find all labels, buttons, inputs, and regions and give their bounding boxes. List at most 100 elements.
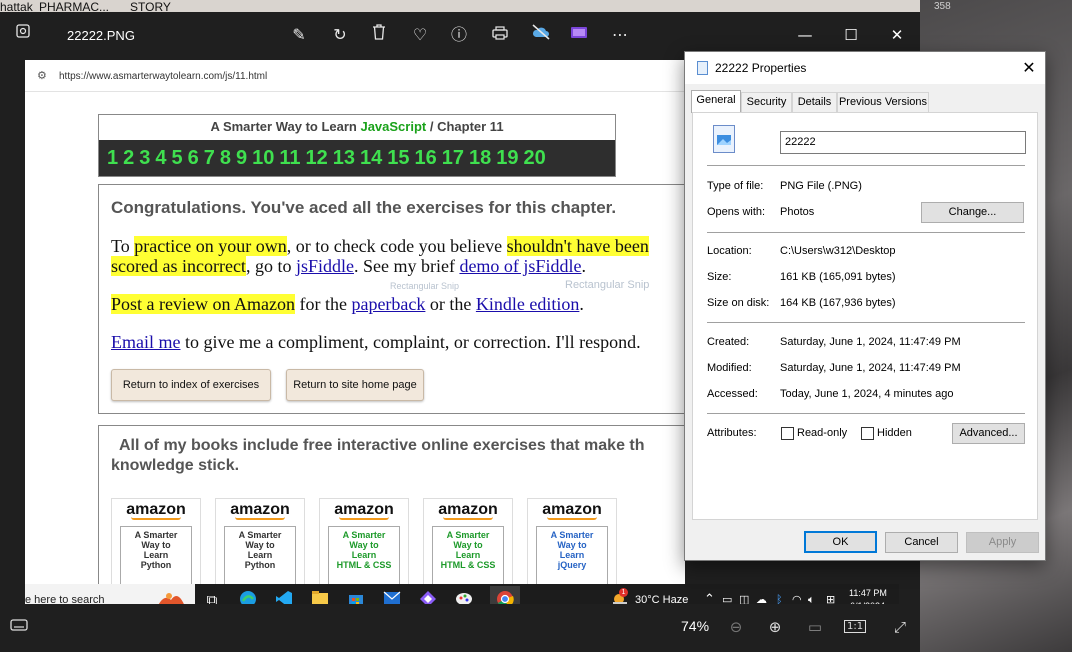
actual-size-icon[interactable]: 1:1 [844,616,867,638]
books-panel: All of my books include free interactive… [98,425,685,604]
chapter-link[interactable]: 3 [139,140,150,176]
chapter-link[interactable]: 19 [496,140,518,176]
cancel-button[interactable]: Cancel [885,532,958,553]
book-title-line: Learn [143,550,169,560]
change-button[interactable]: Change... [921,202,1024,223]
chapter-link[interactable]: 4 [155,140,166,176]
readonly-label: Read-only [797,427,848,439]
return-home-button[interactable]: Return to site home page [286,369,424,401]
chapter-link[interactable]: 20 [524,140,546,176]
text: or the [425,294,476,314]
maximize-icon[interactable]: ☐ [828,20,874,50]
jsfiddle-link[interactable]: jsFiddle [296,256,354,276]
demo-link[interactable]: demo of jsFiddle [459,256,581,276]
dialog-title: 22222 Properties [715,61,807,75]
general-panel: 22222 Type of file: PNG File (.PNG) Open… [692,112,1038,520]
close-icon[interactable]: ✕ [874,20,920,50]
chapter-link[interactable]: 12 [306,140,328,176]
chapter-nav: A Smarter Way to Learn JavaScript / Chap… [98,114,616,177]
chapter-title: A Smarter Way to Learn JavaScript / Chap… [99,115,615,140]
rotate-icon[interactable]: ↻ [328,23,352,47]
clock-time[interactable]: 11:47 PM [849,588,887,598]
tab-previous-versions[interactable]: Previous Versions [837,92,929,112]
text: . [579,294,584,314]
chapter-link[interactable]: 9 [236,140,247,176]
favorite-icon[interactable]: ♡ [408,23,432,47]
site-settings-icon: ⚙ [37,69,47,82]
location-value: C:\Users\w312\Desktop [780,245,896,257]
hidden-checkbox[interactable] [861,427,874,440]
accessed-label: Accessed: [707,388,758,400]
tab-details[interactable]: Details [792,92,837,112]
chapter-link[interactable]: 11 [279,140,300,176]
chapter-link[interactable]: 7 [204,140,215,176]
paperback-link[interactable]: paperback [351,294,425,314]
tab-general[interactable]: General [691,90,741,113]
book-title: A Smarter Way to Learn Python [224,526,296,586]
book-title-line: HTML & CSS [336,560,392,570]
modified-label: Modified: [707,362,752,374]
delete-icon[interactable] [367,23,391,47]
chapter-link[interactable]: 18 [469,140,491,176]
tab-security[interactable]: Security [741,92,792,112]
text: to give me a compliment, complaint, or c… [180,332,641,352]
book-title-line: Python [244,560,276,570]
zoom-in-icon[interactable]: ⊕ [764,616,786,638]
email-link[interactable]: Email me [111,332,180,352]
browser-address-bar: ⚙ https://www.asmarterwaytolearn.com/js/… [25,60,685,92]
chapter-link[interactable]: 17 [442,140,464,176]
chapter-link[interactable]: 2 [123,140,134,176]
separator [707,413,1025,414]
cloud-off-icon[interactable] [529,23,553,47]
book-title-line: A Smarter [238,530,282,540]
photos-bottom-bar: 74% ⊖ ⊕ ▭ 1:1 ⤢ [0,604,920,652]
file-icon [697,61,708,75]
png-file-icon [713,125,735,153]
minimize-icon[interactable]: — [782,20,828,50]
chapter-link[interactable]: 15 [387,140,409,176]
chapter-link[interactable]: 8 [220,140,231,176]
amazon-logo: amazon [126,501,186,518]
amazon-logo: amazon [542,501,602,518]
size-on-disk-value: 164 KB (167,936 bytes) [780,297,896,309]
chapter-link[interactable]: 6 [188,140,199,176]
readonly-checkbox[interactable] [781,427,794,440]
created-label: Created: [707,336,750,348]
book-title: A Smarter Way to Learn Python [120,526,192,586]
gallery-icon[interactable] [11,22,35,46]
book-title-line: jQuery [557,560,587,570]
ok-button[interactable]: OK [804,531,877,553]
chapter-link[interactable]: 10 [252,140,274,176]
more-icon[interactable]: ⋯ [608,23,632,47]
type-value: PNG File (.PNG) [780,180,862,192]
advanced-button[interactable]: Advanced... [952,423,1025,444]
book-title-line: HTML & CSS [440,560,496,570]
book-title-line: Python [140,560,172,570]
book-title-line: Way to [453,540,483,550]
chapter-link[interactable]: 5 [172,140,183,176]
return-index-button[interactable]: Return to index of exercises [111,369,271,401]
print-icon[interactable] [488,23,512,47]
chapter-link[interactable]: 13 [333,140,355,176]
chapter-link[interactable]: 1 [107,140,118,176]
apply-button[interactable]: Apply [966,532,1039,553]
kindle-link[interactable]: Kindle edition [476,294,579,314]
chapter-link[interactable]: 14 [360,140,382,176]
modified-value: Saturday, June 1, 2024, 11:47:49 PM [780,362,961,374]
highlight: scored as incorrect [111,256,246,276]
file-name-field[interactable]: 22222 [780,131,1026,154]
info-icon[interactable]: ⓘ [447,23,471,47]
close-icon[interactable]: ✕ [1017,57,1041,79]
edit-icon[interactable]: ✎ [287,23,311,47]
book-title: A Smarter Way to Learn jQuery [536,526,608,586]
fullscreen-icon[interactable]: ⤢ [889,616,911,638]
fit-icon[interactable]: ▭ [804,616,826,638]
attributes-label: Attributes: [707,427,757,439]
chapter-link[interactable]: 16 [415,140,437,176]
text: . [581,256,586,276]
filmstrip-icon[interactable] [8,616,30,638]
video-editor-icon[interactable] [567,23,591,47]
zoom-out-icon[interactable]: ⊖ [725,616,747,638]
text: , or to check code you believe [286,236,507,256]
book-title-line: Learn [247,550,273,560]
